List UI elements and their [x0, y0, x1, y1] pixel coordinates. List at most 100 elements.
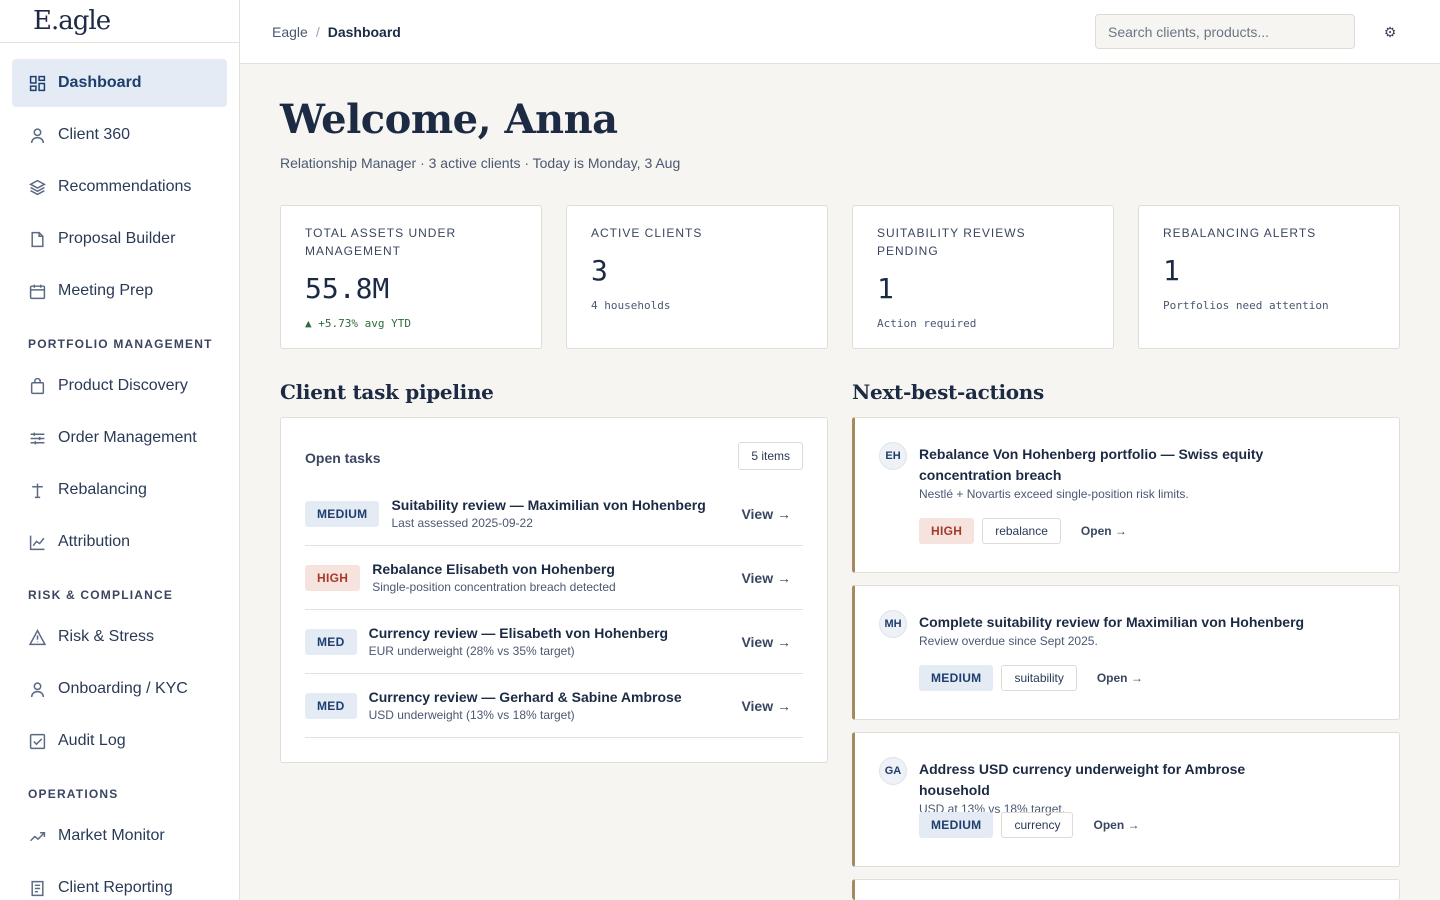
sidebar-item-proposal-builder[interactable]: Proposal Builder [12, 215, 227, 263]
task-title: Rebalance Elisabeth von Hohenberg [372, 561, 615, 577]
sidebar-item-attribution[interactable]: Attribution [12, 518, 227, 566]
sidebar-item-client-360[interactable]: Client 360 [12, 111, 227, 159]
logo-area: E.agle [0, 0, 239, 43]
sidebar-item-label: Order Management [58, 429, 197, 446]
trend-icon [28, 827, 46, 845]
nba-card-title: Address USD currency underweight for Amb… [919, 761, 1246, 798]
avatar: EH [879, 442, 907, 470]
tasks-heading: Open tasks [305, 450, 381, 466]
sidebar-item-dashboard[interactable]: Dashboard [12, 59, 227, 107]
kpi-note: Action required [877, 317, 977, 330]
nba-card[interactable]: MH Complete suitability review for Maxim… [852, 585, 1400, 720]
kpi-note: Portfolios need attention [1163, 299, 1329, 312]
task-row[interactable]: MED Currency review — Gerhard & Sabine A… [305, 674, 803, 738]
task-row[interactable]: MEDIUM Suitability review — Maximilian v… [305, 482, 803, 546]
sidebar-item-product-discovery[interactable]: Product Discovery [12, 362, 227, 410]
sidebar-item-market-monitor[interactable]: Market Monitor [12, 812, 227, 860]
nba-footer: MEDIUM currency Open → [919, 812, 1140, 838]
open-link[interactable]: Open → [1093, 818, 1139, 832]
search-input[interactable] [1095, 14, 1355, 49]
kpi-card-rebalancing: REBALANCING ALERTS 1 Portfolios need att… [1138, 205, 1400, 349]
priority-badge: MED [305, 628, 357, 655]
nba-card-subtitle: Nestlé + Novartis exceed single-position… [919, 487, 1189, 501]
view-link[interactable]: View → [741, 698, 791, 714]
sidebar-item-label: Risk & Stress [58, 628, 155, 645]
open-link[interactable]: Open → [1097, 671, 1143, 685]
open-link[interactable]: Open → [1081, 524, 1127, 538]
sidebar-item-rebalancing[interactable]: Rebalancing [12, 466, 227, 514]
sidebar-item-meeting-prep[interactable]: Meeting Prep [12, 267, 227, 315]
view-link[interactable]: View → [741, 506, 791, 522]
report-icon [28, 879, 46, 897]
kpi-label: TOTAL ASSETS UNDER MANAGEMENT [305, 226, 457, 258]
sidebar-item-label: Audit Log [58, 732, 126, 749]
sidebar-item-label: Proposal Builder [58, 230, 176, 247]
nba-body: Complete suitability review for Maximili… [919, 612, 1309, 648]
task-row[interactable]: MED Currency review — Elisabeth von Hohe… [305, 610, 803, 674]
task-pipeline-card: Open tasks 5 items MEDIUM Suitability re… [280, 417, 828, 763]
priority-badge: HIGH [305, 564, 361, 591]
nba-card-partial[interactable] [852, 879, 1400, 900]
sliders-icon [28, 429, 46, 447]
page-title: Welcome, Anna [280, 96, 618, 143]
priority-badge: HIGH [919, 518, 975, 544]
app-logo[interactable]: E.agle [33, 6, 111, 36]
nba-card-title: Complete suitability review for Maximili… [919, 614, 1305, 630]
sidebar-item-recommendations[interactable]: Recommendations [12, 163, 227, 211]
nba-footer: MEDIUM suitability Open → [919, 665, 1143, 691]
sidebar-item-label: Recommendations [58, 178, 192, 195]
section-portfolio-management: PORTFOLIO MANAGEMENT [28, 337, 213, 351]
sidebar-item-label: Client Reporting [58, 879, 173, 896]
task-title: Suitability review — Maximilian von Hohe… [391, 497, 706, 513]
top-bar: Eagle / Dashboard ⚙ [240, 0, 1440, 64]
page-subtitle: Relationship Manager · 3 active clients … [280, 155, 681, 171]
avatar: MH [879, 610, 907, 638]
kpi-card-active-clients: ACTIVE CLIENTS 3 4 households [566, 205, 828, 349]
sidebar-item-label: Product Discovery [58, 377, 188, 394]
kpi-label: SUITABILITY REVIEWS PENDING [877, 226, 1026, 258]
kpi-note: ▲ +5.73% avg YTD [305, 317, 411, 330]
user-check-icon [28, 680, 46, 698]
sidebar-item-audit-log[interactable]: Audit Log [12, 717, 227, 765]
task-subtitle: Single-position concentration breach det… [372, 580, 616, 594]
user-icon [28, 126, 46, 144]
task-subtitle: Last assessed 2025-09-22 [391, 516, 533, 530]
task-row[interactable]: HIGH Rebalance Elisabeth von Hohenberg S… [305, 546, 803, 610]
kpi-value: 1 [1163, 254, 1180, 287]
nba-card[interactable]: GA Address USD currency underweight for … [852, 732, 1400, 867]
kpi-value: 1 [877, 272, 894, 305]
priority-badge: MED [305, 692, 357, 719]
bag-icon [28, 377, 46, 395]
priority-badge: MEDIUM [919, 812, 994, 838]
category-tag: currency [1001, 812, 1074, 838]
kpi-card-suitability: SUITABILITY REVIEWS PENDING 1 Action req… [852, 205, 1114, 349]
nba-title: Next-best-actions [852, 380, 1044, 404]
sidebar-item-label: Onboarding / KYC [58, 680, 188, 697]
sidebar-item-risk-stress[interactable]: Risk & Stress [12, 613, 227, 661]
view-link[interactable]: View → [741, 634, 791, 650]
layers-icon [28, 178, 46, 196]
sidebar-item-order-management[interactable]: Order Management [12, 414, 227, 462]
nba-card-subtitle: Review overdue since Sept 2025. [919, 634, 1098, 648]
sidebar-item-client-reporting[interactable]: Client Reporting [12, 864, 227, 900]
pipeline-title: Client task pipeline [280, 380, 494, 404]
nba-body: Address USD currency underweight for Amb… [919, 759, 1309, 816]
view-link[interactable]: View → [741, 570, 791, 586]
section-operations: OPERATIONS [28, 787, 119, 801]
kpi-card-aum: TOTAL ASSETS UNDER MANAGEMENT 55.8M ▲ +5… [280, 205, 542, 349]
task-text: Currency review — Gerhard & Sabine Ambro… [369, 689, 742, 722]
task-subtitle: USD underweight (13% vs 18% target) [368, 708, 575, 722]
sidebar-item-label: Market Monitor [58, 827, 165, 844]
category-tag: rebalance [982, 518, 1061, 544]
kpi-value: 3 [591, 254, 608, 287]
task-title: Currency review — Elisabeth von Hohenber… [368, 625, 669, 641]
gear-icon[interactable]: ⚙ [1381, 23, 1399, 41]
sidebar-nav: Dashboard Client 360 Recommendations Pro… [0, 43, 239, 900]
line-chart-icon [28, 533, 46, 551]
nba-footer: HIGH rebalance Open → [919, 518, 1127, 544]
sidebar-item-onboarding-kyc[interactable]: Onboarding / KYC [12, 665, 227, 713]
task-subtitle: EUR underweight (28% vs 35% target) [368, 644, 575, 658]
nba-card[interactable]: EH Rebalance Von Hohenberg portfolio — S… [852, 417, 1400, 573]
breadcrumb-root[interactable]: Eagle [272, 24, 308, 40]
nba-card-title: Rebalance Von Hohenberg portfolio — Swis… [919, 446, 1264, 483]
